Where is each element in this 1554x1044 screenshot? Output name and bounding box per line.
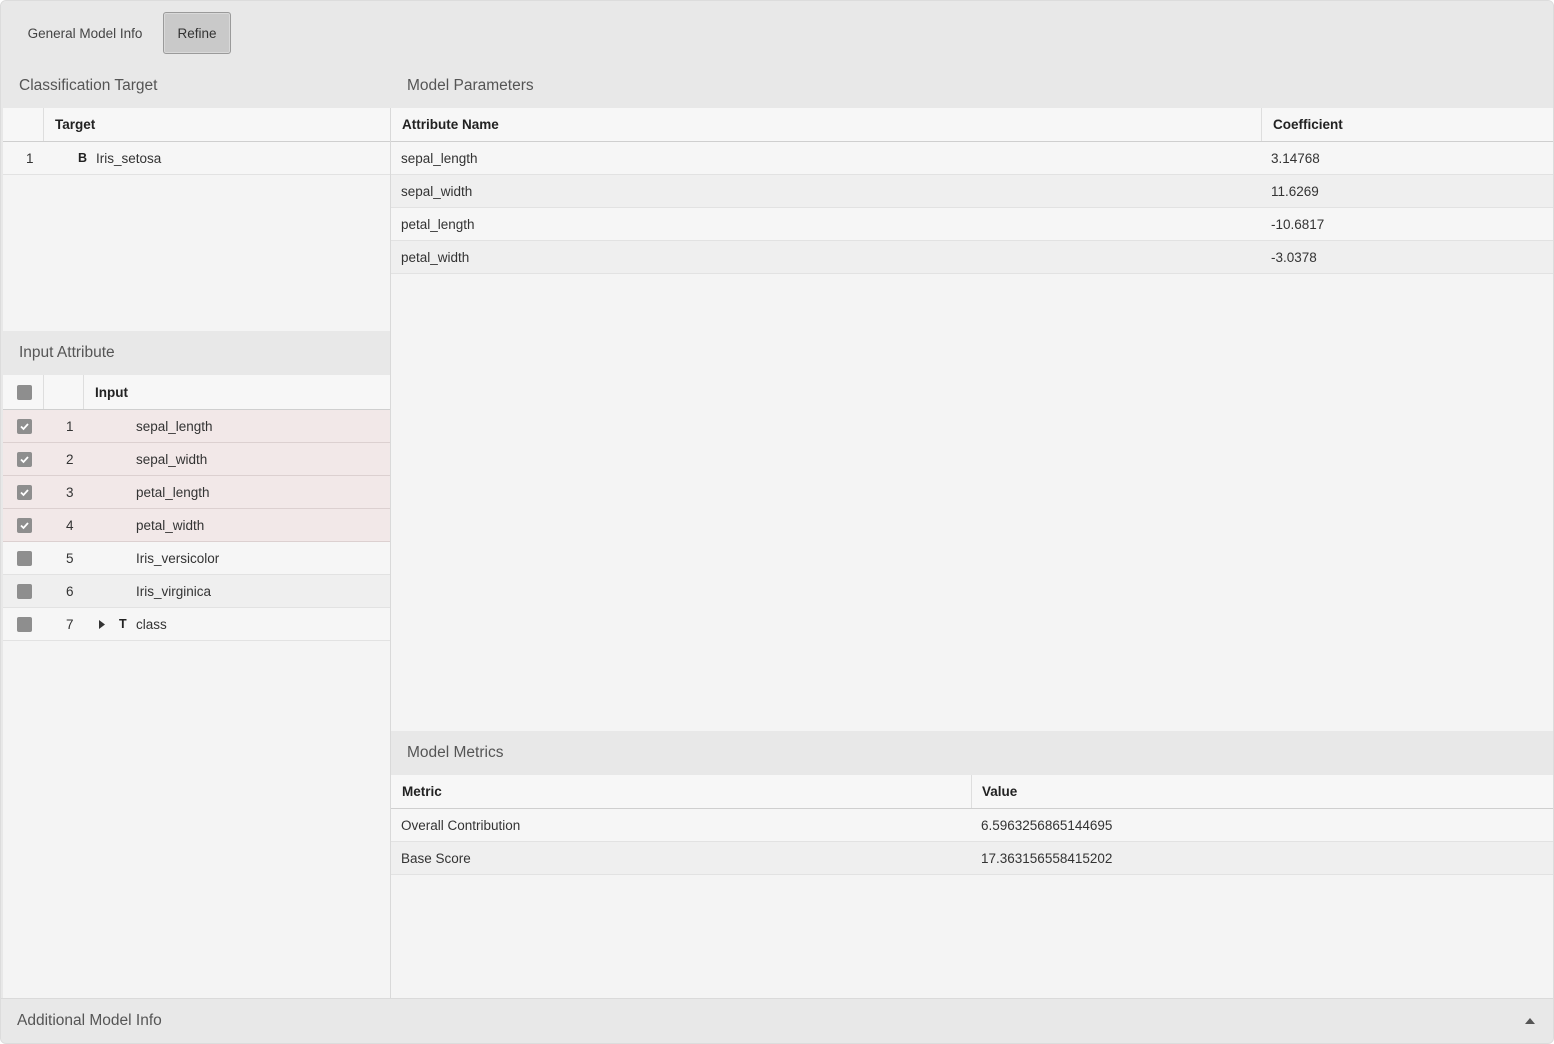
attribute-name: petal_length — [401, 216, 475, 232]
input-attribute-row[interactable]: 4 petal_width — [3, 509, 390, 542]
model-parameters-header: Attribute Name Coefficient — [391, 108, 1553, 142]
select-all-checkbox[interactable] — [17, 384, 32, 400]
classification-target-panel: Target 1 B Iris_setosa — [3, 108, 390, 331]
input-attribute-panel: Input 1 sepal_length 2 sepal_width 3 petal_le… — [3, 375, 390, 998]
metric-value: 6.5963256865144695 — [981, 817, 1113, 833]
input-attribute-name: Iris_versicolor — [136, 550, 220, 566]
expand-arrow-icon[interactable] — [99, 608, 105, 640]
input-attribute-row[interactable]: 6 Iris_virginica — [3, 575, 390, 608]
row-index: 1 — [26, 150, 34, 166]
row-index: 3 — [66, 484, 74, 500]
model-metrics-panel: Metric Value Overall Contribution 6.59632… — [391, 775, 1553, 998]
attribute-name: sepal_width — [401, 183, 473, 199]
row-checkbox[interactable] — [17, 550, 32, 566]
input-attribute-row[interactable]: 7 Tclass — [3, 608, 390, 641]
input-attribute-name: petal_width — [136, 517, 205, 533]
row-index: 5 — [66, 550, 74, 566]
text-type-icon: T — [119, 617, 127, 631]
input-attribute-row[interactable]: 1 sepal_length — [3, 410, 390, 443]
row-checkbox[interactable] — [17, 451, 32, 467]
input-attribute-row[interactable]: 3 petal_length — [3, 476, 390, 509]
coefficient-value: 3.14768 — [1271, 150, 1320, 166]
classification-target-title: Classification Target — [3, 65, 390, 107]
row-index: 2 — [66, 451, 74, 467]
row-checkbox[interactable] — [17, 616, 32, 632]
classification-target-header: Target — [3, 108, 390, 142]
parameter-row[interactable]: sepal_width 11.6269 — [391, 175, 1553, 208]
tab-bar: General Model Info Refine — [1, 1, 1553, 65]
input-attribute-name: class — [136, 616, 167, 632]
target-row[interactable]: 1 B Iris_setosa — [3, 142, 390, 175]
row-index: 4 — [66, 517, 74, 533]
row-index: 1 — [66, 418, 74, 434]
model-metrics-header: Metric Value — [391, 775, 1553, 809]
row-checkbox[interactable] — [17, 484, 32, 500]
input-attribute-header: Input — [3, 375, 390, 410]
input-attribute-row[interactable]: 5 Iris_versicolor — [3, 542, 390, 575]
parameter-row[interactable]: petal_length -10.6817 — [391, 208, 1553, 241]
attribute-name: sepal_length — [401, 150, 478, 166]
input-attribute-name: sepal_width — [136, 451, 208, 467]
parameter-row[interactable]: petal_width -3.0378 — [391, 241, 1553, 274]
coefficient-column-header[interactable]: Coefficient — [1273, 108, 1343, 141]
coefficient-value: -3.0378 — [1271, 249, 1317, 265]
row-index: 6 — [66, 583, 74, 599]
coefficient-value: -10.6817 — [1271, 216, 1325, 232]
input-column-header[interactable]: Input — [95, 375, 128, 409]
input-attribute-name: Iris_virginica — [136, 583, 212, 599]
row-checkbox[interactable] — [17, 517, 32, 533]
row-index: 7 — [66, 616, 74, 632]
input-attribute-name: petal_length — [136, 484, 210, 500]
input-attribute-name: sepal_length — [136, 418, 213, 434]
target-name: Iris_setosa — [96, 150, 162, 166]
additional-model-info-title: Additional Model Info — [17, 1012, 162, 1029]
model-metrics-title: Model Metrics — [391, 731, 1553, 775]
attribute-name-column-header[interactable]: Attribute Name — [402, 108, 499, 141]
metric-row[interactable]: Base Score 17.363156558415202 — [391, 842, 1553, 875]
coefficient-value: 11.6269 — [1271, 183, 1319, 199]
metric-value: 17.363156558415202 — [981, 850, 1113, 866]
metric-name: Base Score — [401, 850, 471, 866]
model-parameters-title: Model Parameters — [391, 65, 1553, 107]
caret-up-icon[interactable] — [1525, 1018, 1535, 1024]
metric-name: Overall Contribution — [401, 817, 521, 833]
input-attribute-row[interactable]: 2 sepal_width — [3, 443, 390, 476]
binary-type-icon: B — [78, 151, 88, 165]
metric-column-header[interactable]: Metric — [402, 775, 442, 808]
metric-row[interactable]: Overall Contribution 6.5963256865144695 — [391, 809, 1553, 842]
row-checkbox[interactable] — [17, 583, 32, 599]
tab-general-model-info[interactable]: General Model Info — [15, 12, 155, 54]
value-column-header[interactable]: Value — [982, 775, 1017, 808]
tab-refine[interactable]: Refine — [163, 12, 231, 54]
attribute-name: petal_width — [401, 249, 470, 265]
input-attribute-title: Input Attribute — [3, 331, 390, 375]
additional-model-info-bar[interactable]: Additional Model Info — [1, 998, 1553, 1043]
parameter-row[interactable]: sepal_length 3.14768 — [391, 142, 1553, 175]
model-parameters-panel: Attribute Name Coefficient sepal_length 3… — [391, 108, 1553, 731]
target-column-header[interactable]: Target — [55, 108, 95, 141]
app-frame: General Model Info Refine Classification… — [0, 0, 1554, 1044]
row-checkbox[interactable] — [17, 418, 32, 434]
